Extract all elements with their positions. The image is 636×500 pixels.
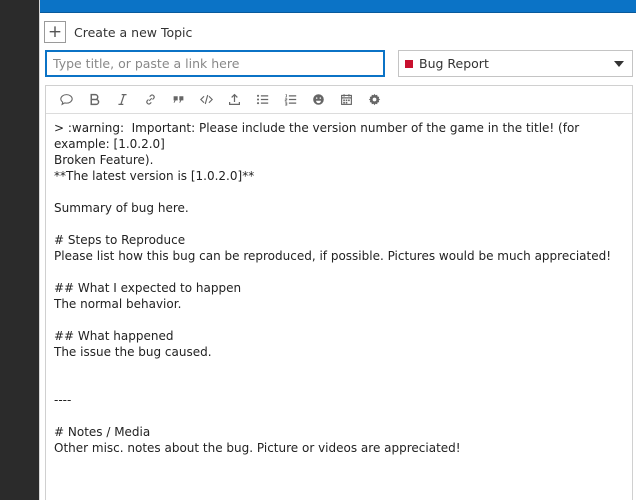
editor-line: Other misc. notes about the bug. Picture… [54,441,461,455]
editor-line: **The latest version is [1.0.2.0]** [54,169,255,183]
editor-line: The normal behavior. [54,297,182,311]
composer-title: Create a new Topic [74,24,193,40]
composer-top-bar [40,0,636,13]
blockquote-icon[interactable] [164,88,192,112]
editor-line: > :warning: Important: Please include th… [54,121,584,151]
editor-toolbar [46,86,632,114]
bold-icon[interactable] [80,88,108,112]
editor-line: Please list how this bug can be reproduc… [54,249,612,263]
editor-line: Broken Feature). [54,153,154,167]
composer-panel: + Create a new Topic Bug Report [39,0,636,500]
editor-line: ## What I expected to happen [54,281,242,295]
editor-line: ## What happened [54,329,174,343]
composer-header: + Create a new Topic [44,21,192,43]
editor-line: # Steps to Reproduce [54,233,186,247]
bullet-list-icon[interactable] [248,88,276,112]
numbered-list-icon[interactable] [276,88,304,112]
quote-icon[interactable] [52,88,80,112]
category-dropdown[interactable]: Bug Report [398,50,633,77]
editor-line: The issue the bug caused. [54,345,212,359]
editor: > :warning: Important: Please include th… [45,85,633,500]
italic-icon[interactable] [108,88,136,112]
code-icon[interactable] [192,88,220,112]
link-icon[interactable] [136,88,164,112]
editor-line: ---- [54,393,72,407]
editor-line: # Notes / Media [54,425,151,439]
chevron-down-icon [614,61,624,67]
category-label: Bug Report [419,56,489,71]
emoji-icon[interactable] [304,88,332,112]
plus-icon[interactable]: + [44,21,66,43]
category-color-swatch [405,59,413,68]
editor-line: Summary of bug here. [54,201,189,215]
calendar-icon[interactable] [332,88,360,112]
editor-textarea[interactable]: > :warning: Important: Please include th… [46,114,632,462]
title-input[interactable] [45,50,385,77]
upload-icon[interactable] [220,88,248,112]
background-left [0,0,39,500]
gear-icon[interactable] [360,88,388,112]
